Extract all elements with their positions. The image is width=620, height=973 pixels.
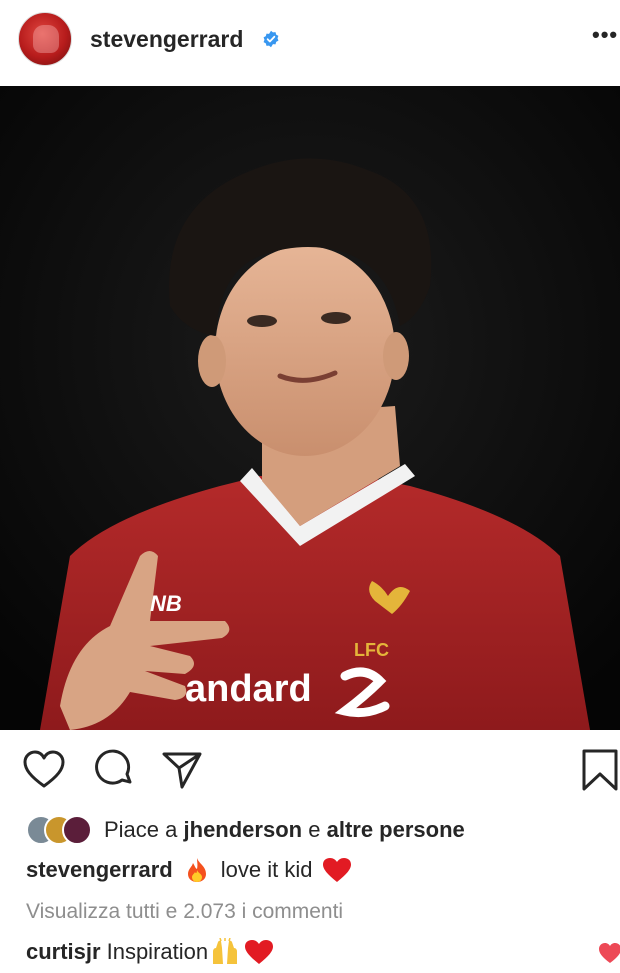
red-heart-emoji	[245, 940, 274, 964]
header-username[interactable]: stevengerrard	[90, 26, 243, 53]
red-heart-emoji	[323, 858, 352, 882]
comment-text: Inspiration	[106, 939, 209, 964]
likes-prefix: Piace a	[104, 817, 178, 842]
bookmark-icon[interactable]	[578, 748, 620, 792]
likes-summary[interactable]: Piace a jhenderson e altre persone	[26, 814, 465, 846]
more-options-icon[interactable]: •••	[592, 24, 618, 46]
like-heart-icon[interactable]	[22, 748, 66, 792]
lfc-badge-text: LFC	[354, 640, 389, 660]
likes-connector: e	[308, 817, 321, 842]
caption-text: love it kid	[220, 857, 313, 882]
likes-user[interactable]: jhenderson	[184, 817, 303, 842]
sponsor-text: andard	[185, 668, 312, 710]
view-all-comments-link[interactable]: Visualizza tutti e 2.073 i commenti	[26, 900, 343, 924]
profile-avatar[interactable]	[18, 12, 72, 66]
liker-avatar	[62, 815, 92, 845]
comment-like-heart-icon[interactable]	[598, 942, 620, 964]
caption-username[interactable]: stevengerrard	[26, 857, 173, 883]
post-photo-illustration: NB LFC andard	[0, 86, 620, 730]
likes-others[interactable]: altre persone	[327, 817, 465, 842]
verified-badge-icon	[263, 30, 279, 48]
comment-username[interactable]: curtisjr	[26, 939, 101, 965]
fire-emoji	[187, 858, 206, 882]
likes-text: Piace a jhenderson e altre persone	[104, 817, 465, 843]
post-caption: stevengerrard love it kid	[26, 857, 352, 883]
post-photo[interactable]: NB LFC andard	[0, 86, 620, 730]
svg-text:NB: NB	[150, 591, 182, 616]
post-actions	[0, 748, 620, 794]
post-header: stevengerrard •••	[0, 0, 620, 84]
share-icon[interactable]	[160, 748, 204, 792]
raised-hands-emoji	[213, 938, 238, 964]
comment-icon[interactable]	[92, 748, 136, 792]
comment-item: curtisjr Inspiration	[26, 938, 274, 966]
